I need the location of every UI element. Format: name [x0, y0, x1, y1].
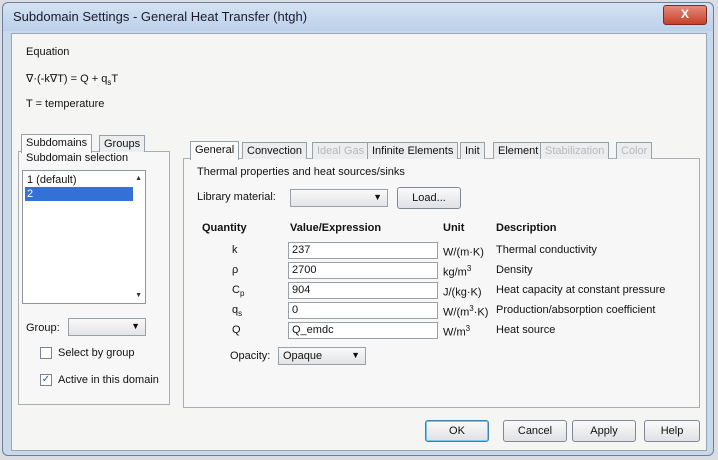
description-header: Description [496, 222, 557, 234]
subdomain-list-item[interactable]: 1 (default) [25, 173, 77, 187]
quantity-symbol-text: k [232, 244, 238, 256]
unit-header: Unit [443, 222, 465, 234]
quantity-symbol: Cp [232, 284, 244, 298]
formula-main: ∇·(-k∇T) = Q + q [26, 73, 108, 85]
group-select[interactable]: ▼ [68, 318, 146, 336]
scroll-down-icon[interactable]: ▼ [135, 292, 142, 299]
unit-label: J/(kg·K) [443, 284, 482, 299]
tab-convection[interactable]: Convection [242, 142, 308, 159]
value-header: Value/Expression [290, 222, 382, 234]
quantity-header: Quantity [202, 222, 247, 234]
description-label: Heat source [496, 324, 556, 336]
apply-button[interactable]: Apply [572, 420, 636, 442]
check-mark-icon: ✓ [41, 374, 51, 385]
tab-color: Color [616, 142, 653, 159]
value-expression-field[interactable]: 904 [288, 282, 438, 299]
unit-text: kg/m [443, 266, 467, 279]
active-in-domain-checkbox[interactable]: ✓ [40, 374, 52, 386]
window-title: Subdomain Settings - General Heat Transf… [13, 9, 308, 24]
close-icon: X [680, 7, 689, 21]
quantity-symbol: qs [232, 304, 242, 318]
description-label: Thermal conductivity [496, 244, 597, 256]
opacity-value: Opaque [283, 350, 323, 362]
load-button[interactable]: Load... [397, 187, 461, 209]
unit-text: W/(m·K) [443, 246, 484, 259]
quantity-symbol: ρ [232, 264, 238, 278]
chevron-down-icon: ▼ [131, 321, 140, 331]
library-material-select[interactable]: ▼ [290, 189, 388, 207]
quantity-subscript: p [239, 289, 245, 299]
unit-label: W/(m3·K) [443, 304, 488, 319]
cancel-button[interactable]: Cancel [503, 420, 567, 442]
tab-element[interactable]: Element [493, 142, 544, 159]
select-by-group-label: Select by group [58, 347, 135, 359]
scroll-up-icon[interactable]: ▲ [135, 175, 142, 182]
value-expression-field[interactable]: 237 [288, 242, 438, 259]
unit-label: W/(m·K) [443, 244, 484, 259]
tab-subdomains[interactable]: Subdomains [21, 134, 93, 153]
tab-stabilization: Stabilization [540, 142, 610, 159]
equation-formula: ∇·(-k∇T) = Q + qsT [26, 72, 118, 87]
opacity-select[interactable]: Opaque ▼ [278, 347, 366, 365]
opacity-label: Opacity: [230, 350, 271, 362]
temperature-definition: T = temperature [26, 98, 105, 110]
dialog-window: Subdomain Settings - General Heat Transf… [2, 2, 714, 456]
group-label: Group: [26, 322, 60, 334]
value-expression-field[interactable]: 2700 [288, 262, 438, 279]
subdomain-selection-label: Subdomain selection [26, 152, 129, 164]
ok-button[interactable]: OK [425, 420, 489, 442]
select-by-group-checkbox[interactable] [40, 347, 52, 359]
tab-general[interactable]: General [190, 141, 240, 160]
quantity-subscript: s [238, 309, 243, 319]
dialog-client-area: Equation ∇·(-k∇T) = Q + qsT T = temperat… [11, 33, 707, 451]
subdomain-listbox[interactable]: 1 (default) 2 ▲ ▼ [22, 170, 146, 304]
description-label: Density [496, 264, 533, 276]
tab-ideal-gas: Ideal Gas [312, 142, 370, 159]
unit-text: W/m [443, 326, 466, 339]
unit-text: W/(m [443, 306, 470, 319]
chevron-down-icon: ▼ [351, 350, 360, 360]
tab-init[interactable]: Init [460, 142, 485, 159]
library-material-label: Library material: [197, 191, 276, 203]
formula-tail: T [111, 73, 119, 85]
equation-label: Equation [26, 46, 70, 58]
subdomain-list-item[interactable]: 2 [25, 187, 133, 201]
quantity-symbol-text: ρ [232, 264, 239, 276]
quantity-symbol-text: Q [232, 324, 241, 336]
title-bar[interactable]: Subdomain Settings - General Heat Transf… [3, 3, 713, 31]
section-title: Thermal properties and heat sources/sink… [197, 166, 405, 178]
unit-text: J/(kg·K) [443, 286, 482, 299]
value-expression-field[interactable]: 0 [288, 302, 438, 319]
unit-superscript: 3 [466, 264, 472, 273]
close-button[interactable]: X [663, 5, 707, 25]
quantity-symbol-text: C [232, 284, 240, 296]
active-in-domain-label: Active in this domain [58, 374, 159, 386]
value-expression-field[interactable]: Q_emdc [288, 322, 438, 339]
unit-tail: ·K) [473, 306, 489, 319]
unit-label: W/m3 [443, 324, 470, 339]
quantity-symbol: k [232, 244, 238, 258]
tab-infinite-elements[interactable]: Infinite Elements [367, 142, 459, 159]
unit-label: kg/m3 [443, 264, 471, 279]
chevron-down-icon: ▼ [373, 192, 382, 202]
tab-groups[interactable]: Groups [99, 135, 146, 152]
quantity-symbol: Q [232, 324, 241, 338]
description-label: Production/absorption coefficient [496, 304, 656, 316]
help-button[interactable]: Help [644, 420, 700, 442]
description-label: Heat capacity at constant pressure [496, 284, 666, 296]
unit-superscript: 3 [465, 324, 471, 333]
